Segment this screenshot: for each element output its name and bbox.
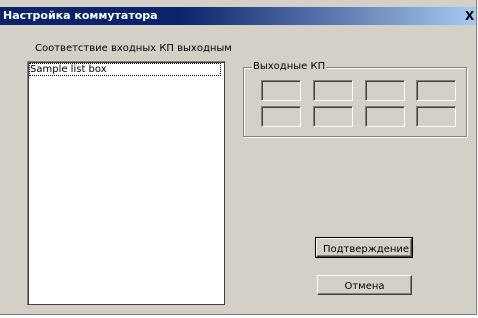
cancel-button[interactable]: Отмена xyxy=(317,275,412,295)
output-kp-field-3[interactable] xyxy=(365,80,405,101)
title-bar[interactable]: Настройка коммутатора X xyxy=(0,7,476,25)
output-kp-field-1[interactable] xyxy=(261,80,301,101)
list-item[interactable]: Sample list box xyxy=(29,63,221,76)
mapping-caption-label: Соответствие входных КП выходным xyxy=(35,43,232,54)
window-title: Настройка коммутатора xyxy=(3,9,158,22)
confirm-button[interactable]: Подтверждение xyxy=(315,237,413,258)
output-kp-group-title: Выходные КП xyxy=(252,61,327,72)
close-button[interactable]: X xyxy=(465,9,476,23)
switch-settings-dialog: Настройка коммутатора X Соответствие вхо… xyxy=(0,0,477,315)
output-kp-field-5[interactable] xyxy=(261,106,301,127)
output-kp-field-6[interactable] xyxy=(313,106,353,127)
input-kp-listbox[interactable]: Sample list box xyxy=(27,61,225,305)
output-kp-field-4[interactable] xyxy=(416,80,456,101)
output-kp-field-2[interactable] xyxy=(313,80,353,101)
output-kp-field-8[interactable] xyxy=(416,106,456,127)
output-kp-field-7[interactable] xyxy=(365,106,405,127)
